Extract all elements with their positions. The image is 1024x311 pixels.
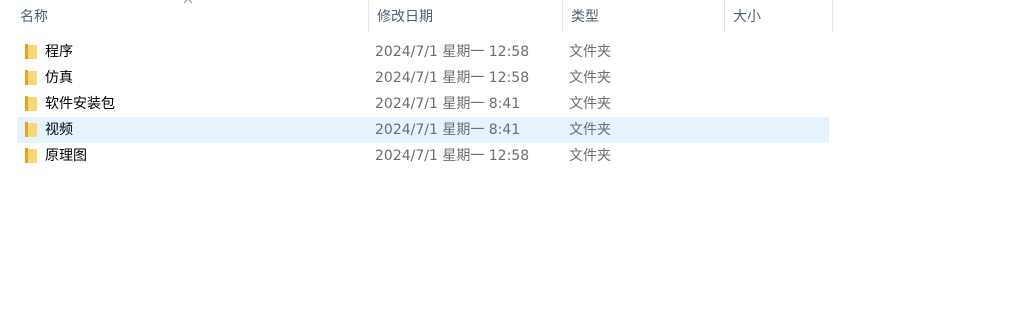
file-row-selected[interactable]: 视频 2024/7/1 星期一 8:41 文件夹 xyxy=(17,117,829,143)
folder-icon xyxy=(25,122,37,137)
folder-icon xyxy=(25,70,37,85)
file-name: 原理图 xyxy=(45,148,87,164)
file-type: 文件夹 xyxy=(569,70,611,86)
file-name: 软件安装包 xyxy=(45,96,115,112)
file-row[interactable]: 仿真 2024/7/1 星期一 12:58 文件夹 xyxy=(17,65,829,91)
file-date: 2024/7/1 星期一 8:41 xyxy=(375,122,521,138)
folder-icon xyxy=(25,148,37,163)
file-name: 视频 xyxy=(45,122,73,138)
folder-icon xyxy=(25,44,37,59)
file-row[interactable]: 软件安装包 2024/7/1 星期一 8:41 文件夹 xyxy=(17,91,829,117)
file-row[interactable]: 程序 2024/7/1 星期一 12:58 文件夹 xyxy=(17,39,829,65)
file-date: 2024/7/1 星期一 12:58 xyxy=(375,44,530,60)
file-type: 文件夹 xyxy=(569,44,611,60)
file-row[interactable]: 原理图 2024/7/1 星期一 12:58 文件夹 xyxy=(17,143,829,169)
file-name: 仿真 xyxy=(45,70,73,86)
file-type: 文件夹 xyxy=(569,122,611,138)
file-type: 文件夹 xyxy=(569,96,611,112)
folder-icon xyxy=(25,96,37,111)
column-header: 名称 修改日期 类型 大小 xyxy=(0,0,1024,32)
file-name: 程序 xyxy=(45,44,73,60)
column-header-type[interactable]: 类型 xyxy=(562,0,724,32)
file-date: 2024/7/1 星期一 12:58 xyxy=(375,70,530,86)
file-date: 2024/7/1 星期一 8:41 xyxy=(375,96,521,112)
file-date: 2024/7/1 星期一 12:58 xyxy=(375,148,530,164)
column-header-date[interactable]: 修改日期 xyxy=(368,0,562,32)
chevron-up-icon[interactable] xyxy=(183,0,193,6)
file-type: 文件夹 xyxy=(569,148,611,164)
column-header-size[interactable]: 大小 xyxy=(724,0,833,32)
